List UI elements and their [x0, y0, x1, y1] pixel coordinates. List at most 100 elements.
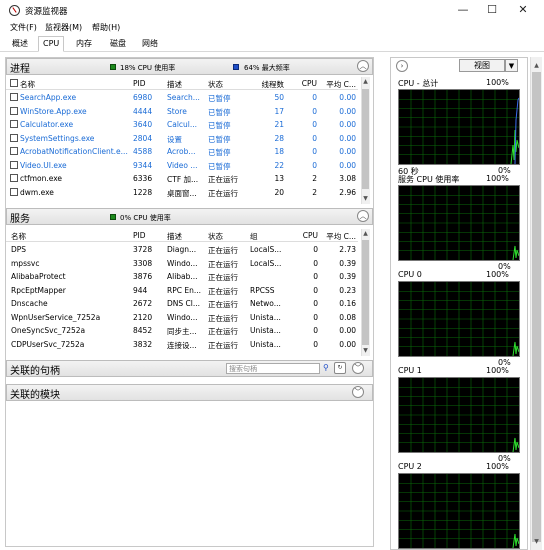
handles-search-input[interactable]: 搜索句柄	[226, 363, 320, 374]
processes-column-name[interactable]: 名称	[20, 79, 130, 90]
tab-disk[interactable]: 磁盘	[106, 37, 130, 51]
processes-header[interactable]	[6, 58, 373, 75]
table-row[interactable]: ctfmon.exe 6336 CTF 加... 正在运行 13 2 3.08	[6, 172, 358, 186]
menu-monitor[interactable]: 监视器(M)	[45, 22, 82, 33]
tab-cpu[interactable]: CPU	[38, 36, 65, 52]
processes-column-cpu[interactable]: CPU	[287, 79, 317, 88]
graph-scroll-thumb[interactable]	[532, 72, 541, 542]
row-checkbox[interactable]	[10, 120, 18, 128]
tab-memory[interactable]: 内存	[72, 37, 96, 51]
service-pid: 2120	[133, 312, 153, 322]
table-row[interactable]: WinStore.App.exe 4444 Store 已暂停 17 0 0.00	[6, 105, 358, 119]
table-row[interactable]: Dnscache 2672 DNS Cl... 正在运行 Netwo... 0 0.16	[6, 297, 358, 311]
minimize-button[interactable]: —	[452, 3, 474, 17]
table-row[interactable]: AcrobatNotificationClient.e... 4588 Acrob.…	[6, 145, 358, 159]
table-row[interactable]: AlibabaProtect 3876 Alibab... 正在运行 0 0.39	[6, 270, 358, 284]
table-row[interactable]: DPS 3728 Diagn... 正在运行 LocalS... 0 2.73	[6, 243, 358, 257]
process-avg: 0.00	[339, 160, 356, 170]
services-scroll-thumb[interactable]	[362, 240, 369, 345]
table-row[interactable]: mpssvc 3308 Windo... 正在运行 LocalS... 0 0.39	[6, 257, 358, 271]
processes-column-desc[interactable]: 描述	[167, 79, 205, 90]
process-cpu: 0	[312, 106, 317, 116]
process-desc: Acrob...	[167, 147, 196, 156]
services-column-avg[interactable]: 平均 C...	[322, 231, 356, 242]
row-checkbox[interactable]	[10, 187, 18, 196]
view-button[interactable]: 视图	[459, 59, 505, 72]
processes-column-threads[interactable]: 线程数	[254, 79, 285, 90]
table-row[interactable]: SearchApp.exe 6980 Search... 已暂停 50 0 0.00	[6, 91, 358, 105]
maximize-button[interactable]: ☐	[481, 3, 503, 17]
table-row[interactable]: CDPUserSvc_7252a 3832 连接设... 正在运行 Unista... 0…	[6, 338, 358, 352]
graph-scroll-up-icon[interactable]: ▲	[531, 62, 542, 69]
expand-modules-icon[interactable]: ﹀	[352, 386, 364, 398]
collapse-graph-pane-icon[interactable]: ›	[396, 60, 408, 72]
processes-column-pid[interactable]: PID	[133, 79, 163, 88]
row-checkbox[interactable]	[10, 133, 18, 142]
table-row[interactable]: Calculator.exe 3640 Calcul... 已暂停 21 0 0.00	[6, 118, 358, 132]
service-cpu: 0	[313, 299, 318, 308]
process-cpu: 2	[312, 174, 317, 183]
collapse-processes-icon[interactable]: ︿	[357, 60, 369, 72]
process-status: 正在运行	[208, 188, 238, 198]
process-desc: Search...	[167, 93, 200, 102]
expand-handles-icon[interactable]: ﹀	[352, 362, 364, 374]
services-column-group[interactable]: 组	[250, 231, 290, 242]
graph-title: CPU - 总计	[398, 79, 439, 88]
process-threads: 17	[274, 106, 284, 116]
processes-max-frequency: 64% 最大频率	[244, 64, 290, 72]
processes-column-avg[interactable]: 平均 C...	[322, 79, 356, 90]
processes-scroll-up-icon[interactable]: ▲	[361, 78, 370, 85]
process-pid: 3640	[133, 120, 153, 129]
processes-column-status[interactable]: 状态	[208, 79, 252, 90]
table-row[interactable]: SystemSettings.exe 2804 设置 已暂停 28 0 0.00	[6, 132, 358, 146]
process-pid: 1228	[133, 187, 153, 197]
view-dropdown-icon[interactable]: ▼	[505, 59, 518, 72]
services-scroll-down-icon[interactable]: ▼	[361, 347, 370, 354]
service-pid: 3728	[133, 245, 153, 254]
services-column-name[interactable]: 名称	[11, 231, 129, 242]
row-checkbox[interactable]	[10, 174, 18, 182]
services-cpu-usage: 0% CPU 使用率	[120, 214, 171, 222]
process-desc: Video ...	[167, 160, 198, 170]
table-row[interactable]: OneSyncSvc_7252a 8452 同步主... 正在运行 Unista... 0…	[6, 324, 358, 338]
refresh-icon[interactable]: ↻	[334, 362, 346, 374]
row-checkbox[interactable]	[10, 160, 18, 169]
table-row[interactable]: dwm.exe 1228 桌面窗... 正在运行 20 2 2.96	[6, 186, 358, 200]
processes-scroll-down-icon[interactable]: ▼	[361, 195, 370, 202]
table-row[interactable]: Video.UI.exe 9344 Video ... 已暂停 22 0 0.00	[6, 159, 358, 173]
resource-monitor-icon	[9, 5, 20, 16]
process-pid: 2804	[133, 133, 153, 143]
service-avg: 0.39	[339, 258, 356, 268]
services-column-pid[interactable]: PID	[133, 231, 163, 240]
row-checkbox[interactable]	[10, 147, 18, 155]
service-avg: 0.00	[339, 339, 356, 349]
process-avg: 0.00	[339, 133, 356, 143]
row-checkbox[interactable]	[10, 93, 18, 101]
tab-overview[interactable]: 概述	[8, 37, 32, 51]
services-header[interactable]	[6, 208, 373, 225]
menu-file[interactable]: 文件(F)	[10, 22, 37, 33]
tab-network[interactable]: 网络	[138, 37, 162, 51]
search-icon[interactable]: ⚲	[323, 363, 329, 372]
service-pid: 8452	[133, 326, 153, 335]
close-button[interactable]: ✕	[512, 3, 534, 17]
processes-title: 进程	[10, 64, 30, 75]
services-scroll-up-icon[interactable]: ▲	[361, 230, 370, 237]
processes-select-all-checkbox[interactable]	[10, 79, 18, 87]
services-column-cpu[interactable]: CPU	[290, 231, 318, 240]
collapse-services-icon[interactable]: ︿	[357, 210, 369, 222]
handles-title: 关联的句柄	[10, 366, 60, 377]
process-pid: 4444	[133, 106, 153, 116]
row-checkbox[interactable]	[10, 106, 18, 115]
modules-header[interactable]	[6, 384, 373, 401]
graph-title: 服务 CPU 使用率	[398, 175, 460, 184]
menu-help[interactable]: 帮助(H)	[92, 22, 120, 33]
services-column-status[interactable]: 状态	[208, 231, 248, 242]
table-row[interactable]: WpnUserService_7252a 2120 Windo... 正在运行 Unis…	[6, 311, 358, 325]
services-column-desc[interactable]: 描述	[167, 231, 205, 242]
service-pid: 3308	[133, 258, 153, 268]
cpu-graph	[398, 185, 520, 261]
processes-scroll-thumb[interactable]	[362, 89, 369, 189]
table-row[interactable]: RpcEptMapper 944 RPC En... 正在运行 RPCSS 0 0.23	[6, 284, 358, 298]
graph-scroll-down-icon[interactable]: ▼	[531, 538, 542, 545]
